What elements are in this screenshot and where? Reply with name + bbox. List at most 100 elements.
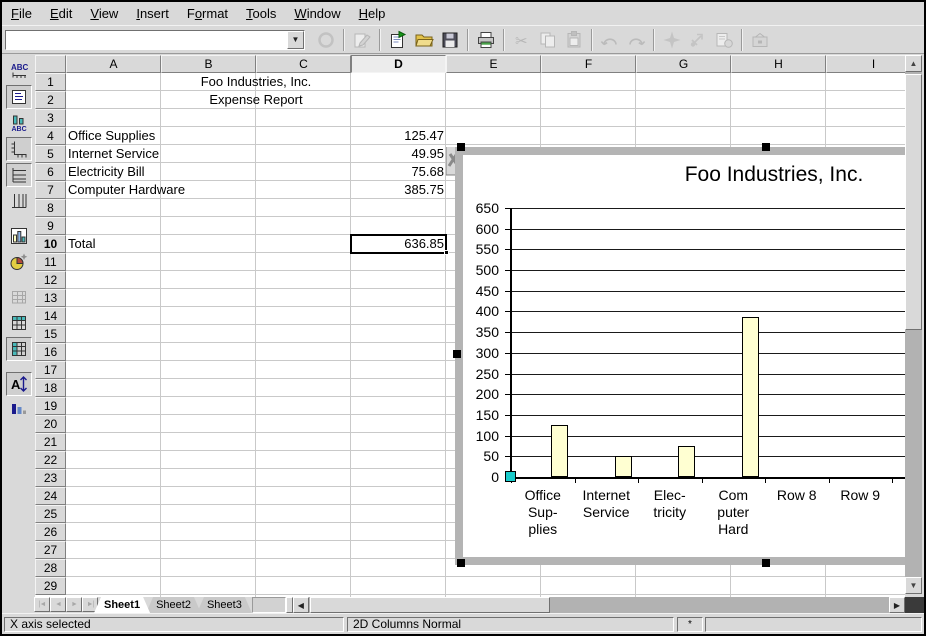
- x-axis-selection-handle[interactable]: [505, 471, 516, 482]
- select-all-corner[interactable]: [35, 55, 66, 73]
- tab-scrollbar-splitter[interactable]: [286, 597, 293, 613]
- horizontal-grid-on-off-icon[interactable]: [6, 163, 32, 187]
- reorganize-chart-icon[interactable]: [6, 398, 32, 422]
- new-document-icon[interactable]: [386, 28, 410, 52]
- scroll-right-icon[interactable]: ▶: [889, 597, 905, 613]
- row-header-2[interactable]: 2: [35, 91, 66, 109]
- merged-title-row1[interactable]: Foo Industries, Inc.: [161, 73, 351, 91]
- row-header-27[interactable]: 27: [35, 541, 66, 559]
- vertical-scroll-thumb[interactable]: [905, 74, 922, 330]
- row-header-29[interactable]: 29: [35, 577, 66, 595]
- row-header-14[interactable]: 14: [35, 307, 66, 325]
- data-in-columns-icon[interactable]: [6, 337, 32, 361]
- open-document-icon[interactable]: [412, 28, 436, 52]
- menu-window[interactable]: Window: [285, 4, 349, 23]
- row-header-6[interactable]: 6: [35, 163, 66, 181]
- cell-label-row7[interactable]: Computer Hardware: [68, 181, 268, 199]
- row-header-20[interactable]: 20: [35, 415, 66, 433]
- menu-insert[interactable]: Insert: [127, 4, 178, 23]
- row-header-8[interactable]: 8: [35, 199, 66, 217]
- vertical-grid-on-off-icon[interactable]: [6, 189, 32, 213]
- url-combo-field[interactable]: [6, 31, 287, 49]
- menu-format[interactable]: Format: [178, 4, 237, 23]
- row-header-15[interactable]: 15: [35, 325, 66, 343]
- titles-on-off-icon[interactable]: ABC: [6, 59, 32, 83]
- row-header-28[interactable]: 28: [35, 559, 66, 577]
- sheet-tab-sheet3[interactable]: Sheet3: [197, 597, 252, 613]
- object-handle-left-middle[interactable]: [453, 350, 461, 358]
- row-header-3[interactable]: 3: [35, 109, 66, 127]
- url-combo[interactable]: ▼: [5, 30, 305, 50]
- row-header-11[interactable]: 11: [35, 253, 66, 271]
- object-handle-top-middle[interactable]: [762, 143, 770, 151]
- row-header-26[interactable]: 26: [35, 523, 66, 541]
- edit-chart-type-icon[interactable]: [6, 224, 32, 248]
- horizontal-scroll-thumb[interactable]: [310, 597, 550, 613]
- active-cell-border[interactable]: [350, 234, 447, 254]
- column-header-e[interactable]: E: [446, 55, 541, 73]
- chart-bar-3[interactable]: [678, 446, 695, 477]
- cell-label-row10[interactable]: Total: [68, 235, 268, 253]
- row-header-10[interactable]: 10: [35, 235, 66, 253]
- column-header-b[interactable]: B: [161, 55, 256, 73]
- row-header-4[interactable]: 4: [35, 127, 66, 145]
- menu-edit[interactable]: Edit: [41, 4, 81, 23]
- vertical-scrollbar[interactable]: ▲ ▼: [905, 55, 922, 594]
- menu-tools[interactable]: Tools: [237, 4, 285, 23]
- chart-bar-1[interactable]: [551, 425, 568, 477]
- chart-object-frame[interactable]: Foo Industries, Inc. 0501001502002503003…: [455, 147, 906, 565]
- axes-descriptions-on-off-icon[interactable]: [6, 137, 32, 161]
- horizontal-scrollbar[interactable]: ◀ ▶: [293, 597, 905, 613]
- row-header-16[interactable]: 16: [35, 343, 66, 361]
- row-header-23[interactable]: 23: [35, 469, 66, 487]
- scale-text-icon[interactable]: A: [6, 372, 32, 396]
- y-axis[interactable]: [510, 208, 512, 477]
- chart-canvas[interactable]: Foo Industries, Inc. 0501001502002503003…: [463, 155, 906, 557]
- row-header-5[interactable]: 5: [35, 145, 66, 163]
- merged-title-row2[interactable]: Expense Report: [161, 91, 351, 109]
- sheet-tab-sheet2[interactable]: Sheet2: [146, 597, 201, 613]
- cell-label-row6[interactable]: Electricity Bill: [68, 163, 268, 181]
- object-handle-bottom-middle[interactable]: [762, 559, 770, 567]
- cell-value-row6[interactable]: 75.68: [351, 163, 444, 181]
- cell-value-row4[interactable]: 125.47: [351, 127, 444, 145]
- column-header-h[interactable]: H: [731, 55, 826, 73]
- cell-value-row5[interactable]: 49.95: [351, 145, 444, 163]
- row-header-22[interactable]: 22: [35, 451, 66, 469]
- row-header-21[interactable]: 21: [35, 433, 66, 451]
- menu-help[interactable]: Help: [350, 4, 395, 23]
- cell-label-row4[interactable]: Office Supplies: [68, 127, 268, 145]
- row-header-17[interactable]: 17: [35, 361, 66, 379]
- menu-file[interactable]: File: [2, 4, 41, 23]
- cell-label-row5[interactable]: Internet Service: [68, 145, 268, 163]
- column-header-g[interactable]: G: [636, 55, 731, 73]
- row-header-7[interactable]: 7: [35, 181, 66, 199]
- row-header-18[interactable]: 18: [35, 379, 66, 397]
- scroll-left-icon[interactable]: ◀: [293, 597, 309, 613]
- chart-title[interactable]: Foo Industries, Inc.: [685, 163, 864, 187]
- fill-handle[interactable]: [444, 250, 449, 255]
- chart-bar-2[interactable]: [615, 456, 632, 477]
- x-axis[interactable]: [510, 477, 906, 479]
- legend-on-off-icon[interactable]: [6, 85, 32, 109]
- column-header-a[interactable]: A: [66, 55, 161, 73]
- combo-dropdown-icon[interactable]: ▼: [287, 31, 304, 49]
- row-header-25[interactable]: 25: [35, 505, 66, 523]
- row-header-13[interactable]: 13: [35, 289, 66, 307]
- column-header-f[interactable]: F: [541, 55, 636, 73]
- menu-view[interactable]: View: [81, 4, 127, 23]
- row-header-12[interactable]: 12: [35, 271, 66, 289]
- print-icon[interactable]: [474, 28, 498, 52]
- row-header-1[interactable]: 1: [35, 73, 66, 91]
- scroll-up-icon[interactable]: ▲: [905, 55, 922, 72]
- column-header-d[interactable]: D: [351, 55, 446, 73]
- row-header-9[interactable]: 9: [35, 217, 66, 235]
- column-header-c[interactable]: C: [256, 55, 351, 73]
- chart-bar-4[interactable]: [742, 317, 759, 477]
- sheet-tab-sheet1[interactable]: Sheet1: [94, 597, 150, 613]
- column-header-i[interactable]: I: [826, 55, 905, 73]
- object-handle-bottom-left[interactable]: [457, 559, 465, 567]
- object-handle-top-left[interactable]: [457, 143, 465, 151]
- row-header-19[interactable]: 19: [35, 397, 66, 415]
- scroll-down-icon[interactable]: ▼: [905, 577, 922, 594]
